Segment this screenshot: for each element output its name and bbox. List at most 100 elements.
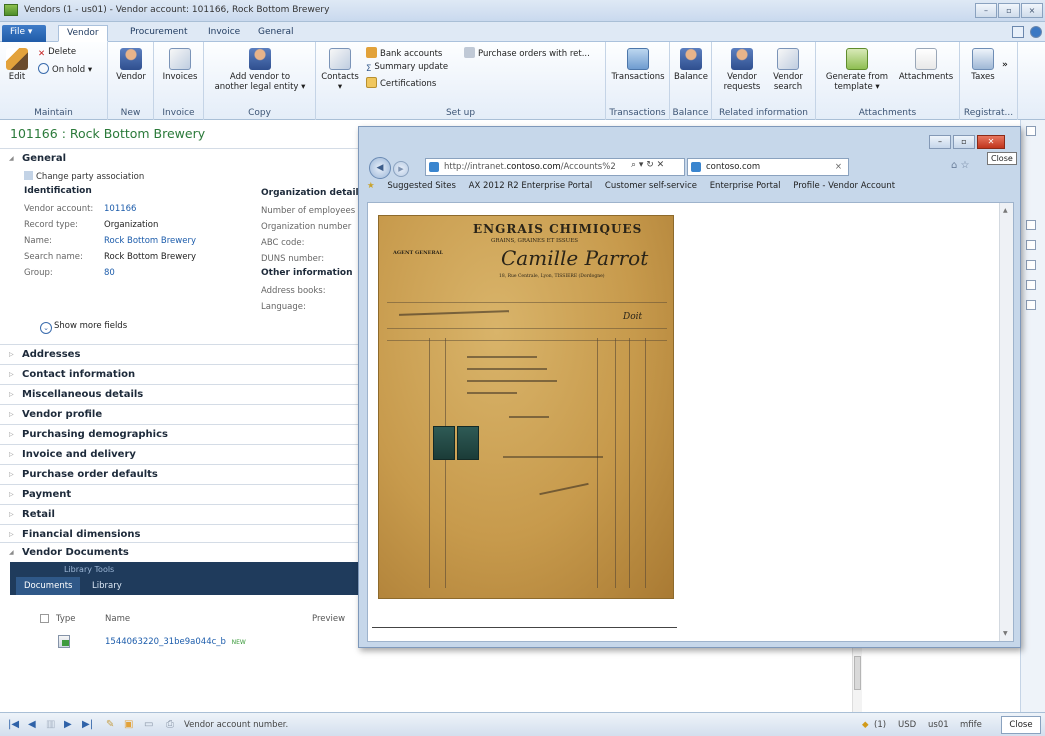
- browser-scrollbar[interactable]: ▲ ▼: [999, 203, 1013, 641]
- factbox-icon[interactable]: [1026, 260, 1036, 270]
- ribbon-overflow-icon[interactable]: »: [1002, 60, 1008, 70]
- form-view-icon[interactable]: ▭: [144, 719, 153, 730]
- forward-button[interactable]: ▶: [393, 161, 409, 177]
- purchase-orders-button[interactable]: Purchase orders with ret...: [464, 47, 590, 59]
- close-tab-icon[interactable]: ×: [835, 159, 842, 175]
- summary-update-button[interactable]: Σ Summary update: [366, 62, 448, 75]
- scrollbar-thumb[interactable]: [854, 656, 861, 690]
- edit-button[interactable]: Edit: [6, 48, 28, 82]
- vendor-search-icon: [777, 48, 799, 70]
- document-link[interactable]: 1544063220_31be9a044c_b NEW: [105, 637, 246, 647]
- sigma-icon: Σ: [366, 64, 372, 74]
- home-favorites-icons[interactable]: ⌂ ☆: [951, 160, 970, 171]
- expand-arrow-icon: ▷: [9, 391, 14, 398]
- show-more-fields-button[interactable]: ⌄ Show more fields: [40, 321, 127, 334]
- invoice-subheading: GRAINS, GRAINES ET ISSUES: [491, 238, 579, 244]
- favorite-link[interactable]: Suggested Sites: [387, 181, 456, 191]
- favorite-link[interactable]: Customer self-service: [605, 181, 697, 191]
- invoices-button[interactable]: Invoices: [160, 48, 200, 82]
- transactions-button[interactable]: Transactions: [610, 48, 666, 82]
- favorite-link[interactable]: Profile - Vendor Account: [793, 181, 895, 191]
- window-close-button[interactable]: ×: [1021, 3, 1043, 18]
- notification-count[interactable]: (1): [874, 720, 886, 730]
- factbox-icon[interactable]: [1026, 220, 1036, 230]
- grid-view-icon[interactable]: ▣: [124, 719, 133, 730]
- user-indicator[interactable]: mfife: [960, 720, 982, 730]
- factbox-icon[interactable]: [1026, 126, 1036, 136]
- favorite-link[interactable]: Enterprise Portal: [710, 181, 781, 191]
- browser-tab[interactable]: contoso.com ×: [687, 158, 849, 176]
- tab-invoice[interactable]: Invoice: [200, 25, 248, 42]
- on-hold-button[interactable]: On hold ▾: [38, 63, 92, 75]
- form-scrollbar[interactable]: [852, 648, 862, 712]
- tab-file[interactable]: File ▾: [2, 25, 46, 42]
- browser-minimize-button[interactable]: –: [929, 135, 951, 149]
- generate-from-template-button[interactable]: Generate from template ▾: [824, 48, 890, 92]
- address-bar-controls[interactable]: ⌕ ▾ ↻ ✕: [631, 160, 664, 170]
- new-vendor-button[interactable]: Vendor: [114, 48, 148, 82]
- group-new: Vendor New: [108, 42, 154, 120]
- maximize-button[interactable]: ▫: [998, 3, 1020, 18]
- tab-general[interactable]: General: [250, 25, 301, 42]
- name-value[interactable]: Rock Bottom Brewery: [104, 236, 196, 246]
- company-indicator[interactable]: us01: [928, 720, 949, 730]
- column-header-name[interactable]: Name: [105, 614, 130, 624]
- change-party-association-link[interactable]: Change party association: [24, 171, 144, 182]
- records-icon[interactable]: ▥: [46, 719, 55, 730]
- group-label-registration: Registrat...: [963, 108, 1014, 118]
- invoice-signature: Camille Parrot: [501, 246, 649, 270]
- tab-procurement[interactable]: Procurement: [122, 25, 196, 42]
- browser-close-button[interactable]: ✕: [977, 135, 1005, 149]
- minimize-button[interactable]: –: [975, 3, 997, 18]
- scroll-down-icon[interactable]: ▼: [1003, 630, 1008, 637]
- next-record-icon[interactable]: ▶: [64, 719, 72, 730]
- factbox-icon[interactable]: [1026, 240, 1036, 250]
- bank-accounts-button[interactable]: Bank accounts: [366, 47, 442, 59]
- factbox-icon[interactable]: [1026, 280, 1036, 290]
- search-name-value[interactable]: Rock Bottom Brewery: [104, 252, 196, 262]
- favorite-link[interactable]: AX 2012 R2 Enterprise Portal: [469, 181, 593, 191]
- certifications-button[interactable]: Certifications: [366, 77, 436, 89]
- field-label: Number of employees: [261, 206, 356, 216]
- group-maintain: Edit ✕ Delete On hold ▾ Maintain: [0, 42, 108, 120]
- previous-record-icon[interactable]: ◀: [28, 719, 36, 730]
- balance-button[interactable]: Balance: [672, 48, 710, 82]
- factbox-icon[interactable]: [1026, 300, 1036, 310]
- certificate-icon: [366, 77, 377, 88]
- column-header-preview[interactable]: Preview: [312, 614, 345, 624]
- add-vendor-legal-entity-button[interactable]: Add vendor to another legal entity ▾: [210, 48, 310, 92]
- browser-maximize-button[interactable]: ▫: [953, 135, 975, 149]
- invoice-doit: Doit: [623, 312, 643, 322]
- browser-window: – ▫ ✕ Close ◀ ▶ http://intranet.contoso.…: [358, 126, 1021, 648]
- scroll-up-icon[interactable]: ▲: [1003, 207, 1008, 214]
- tab-documents[interactable]: Documents: [16, 577, 81, 595]
- help-icon[interactable]: [1030, 26, 1042, 38]
- delete-button[interactable]: ✕ Delete: [38, 47, 76, 60]
- attachments-button[interactable]: Attachments: [896, 48, 956, 82]
- currency-indicator[interactable]: USD: [898, 720, 916, 730]
- tab-library[interactable]: Library: [92, 577, 122, 595]
- window-icon[interactable]: [1012, 26, 1024, 38]
- tab-vendor[interactable]: Vendor: [58, 25, 108, 42]
- field-label: Search name:: [24, 252, 83, 262]
- notification-bell-icon[interactable]: ◆: [862, 720, 869, 730]
- last-record-icon[interactable]: ▶|: [82, 719, 93, 730]
- field-label: Group:: [24, 268, 53, 278]
- taxes-button[interactable]: Taxes: [968, 48, 998, 82]
- delete-icon: ✕: [38, 49, 46, 59]
- form-close-button[interactable]: Close: [1001, 716, 1041, 734]
- column-header-type[interactable]: Type: [56, 614, 76, 624]
- first-record-icon[interactable]: |◀: [8, 719, 19, 730]
- vendor-account-value[interactable]: 101166: [104, 204, 136, 214]
- group-value[interactable]: 80: [104, 268, 115, 278]
- vendor-requests-button[interactable]: Vendor requests: [722, 48, 762, 92]
- group-label-copy: Copy: [248, 108, 271, 118]
- attachment-icon[interactable]: ⎙: [166, 719, 174, 730]
- vendor-search-button[interactable]: Vendor search: [768, 48, 808, 92]
- contacts-button[interactable]: Contacts ▾: [320, 48, 360, 92]
- group-registration: Taxes » Registrat...: [960, 42, 1018, 120]
- edit-record-icon[interactable]: ✎: [106, 719, 114, 730]
- favorites-star-icon[interactable]: ★: [367, 181, 375, 191]
- select-all-checkbox[interactable]: [40, 614, 49, 623]
- back-button[interactable]: ◀: [369, 157, 391, 179]
